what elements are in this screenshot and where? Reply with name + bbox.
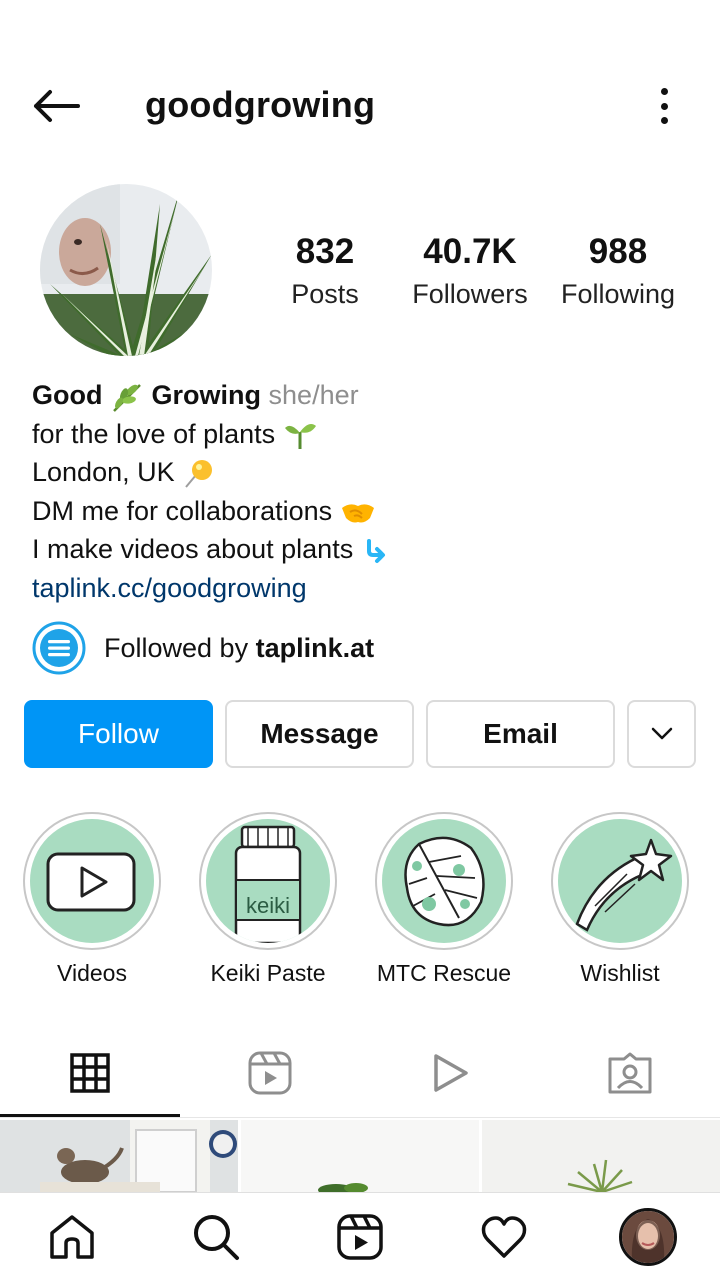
stat-followers[interactable]: 40.7K Followers bbox=[395, 230, 545, 314]
nav-reels[interactable] bbox=[328, 1205, 392, 1269]
bio-name-part1: Good bbox=[32, 380, 103, 410]
bottle-icon bbox=[234, 825, 302, 943]
highlight-mtc-rescue[interactable]: MTC Rescue bbox=[356, 812, 532, 987]
highlight-label: Videos bbox=[57, 960, 127, 986]
highlight-cover bbox=[382, 819, 506, 943]
profile-avatar[interactable] bbox=[40, 184, 212, 356]
suggested-dropdown-button[interactable] bbox=[627, 700, 696, 768]
highlight-ring bbox=[375, 812, 513, 950]
reels-icon bbox=[337, 1214, 383, 1260]
arrow-down-right-icon bbox=[366, 538, 385, 563]
bio-line-2: London, UK bbox=[32, 453, 692, 492]
highlight-ring: keiki bbox=[199, 812, 337, 950]
search-icon bbox=[194, 1215, 239, 1260]
posts-grid bbox=[0, 1120, 720, 1192]
handshake-icon bbox=[341, 504, 374, 523]
monstera-leaf-icon bbox=[404, 836, 485, 927]
stat-posts-value: 832 bbox=[295, 232, 355, 271]
highlight-videos[interactable]: Videos bbox=[4, 812, 180, 987]
bio-link[interactable]: taplink.cc/goodgrowing bbox=[32, 573, 307, 603]
tagged-icon bbox=[608, 1052, 652, 1094]
play-icon bbox=[434, 1054, 468, 1092]
tab-posts-grid[interactable] bbox=[0, 1030, 180, 1117]
email-button[interactable]: Email bbox=[426, 700, 615, 768]
bio-line-4: I make videos about plants bbox=[32, 530, 692, 569]
grid-icon bbox=[70, 1053, 110, 1093]
profile-username: goodgrowing bbox=[145, 84, 376, 125]
nav-profile-avatar bbox=[619, 1208, 677, 1266]
arrow-left-icon bbox=[34, 90, 80, 122]
stat-following[interactable]: 988 Following bbox=[543, 230, 693, 314]
profile-bio: Good Growing she/her for the love of pla… bbox=[32, 376, 692, 607]
bio-line-1-text: for the love of plants bbox=[32, 418, 276, 449]
nav-search[interactable] bbox=[184, 1205, 248, 1269]
more-dot bbox=[660, 102, 668, 110]
bio-line-4-text: I make videos about plants bbox=[32, 534, 354, 564]
bio-link-line: taplink.cc/goodgrowing bbox=[32, 569, 692, 608]
bio-pronouns: she/her bbox=[268, 380, 359, 410]
stat-followers-label: Followers bbox=[412, 279, 528, 309]
heart-icon bbox=[481, 1216, 527, 1258]
profile-actions: Follow Message Email bbox=[24, 700, 696, 768]
highlight-label: Keiki Paste bbox=[210, 960, 326, 986]
followed-by[interactable]: Followed by taplink.at bbox=[32, 620, 672, 676]
story-highlights: Videos keiki Keiki Paste MTC Rescue Wish… bbox=[0, 812, 720, 992]
highlight-cover: keiki bbox=[206, 819, 330, 943]
seedling-icon bbox=[284, 424, 316, 450]
bottle-label: keiki bbox=[245, 893, 290, 918]
nav-home[interactable] bbox=[40, 1205, 104, 1269]
follow-button[interactable]: Follow bbox=[24, 700, 213, 768]
bio-line-2-text: London, UK bbox=[32, 457, 175, 487]
more-dot bbox=[660, 117, 668, 124]
highlight-label: MTC Rescue bbox=[376, 960, 512, 986]
bottom-navigation bbox=[0, 1192, 720, 1280]
message-button[interactable]: Message bbox=[225, 700, 414, 768]
post-thumbnail[interactable] bbox=[482, 1120, 720, 1192]
taplink-avatar-icon bbox=[32, 621, 86, 675]
followed-by-account: taplink.at bbox=[255, 632, 375, 663]
more-options-button[interactable] bbox=[652, 84, 676, 128]
followed-by-prefix: Followed by bbox=[104, 632, 256, 663]
post-thumbnail[interactable] bbox=[241, 1120, 479, 1192]
highlight-ring bbox=[551, 812, 689, 950]
profile-tabs bbox=[0, 1030, 720, 1118]
post-thumbnail[interactable] bbox=[0, 1120, 238, 1192]
reels-icon bbox=[248, 1051, 292, 1095]
highlight-ring bbox=[23, 812, 161, 950]
bio-name-line: Good Growing she/her bbox=[32, 376, 692, 415]
tab-videos[interactable] bbox=[360, 1030, 540, 1116]
tab-reels[interactable] bbox=[180, 1030, 360, 1116]
highlight-keiki-paste[interactable]: keiki Keiki Paste bbox=[180, 812, 356, 987]
bio-line-1: for the love of plants bbox=[32, 415, 692, 454]
highlight-cover bbox=[30, 819, 154, 943]
profile-stats: 832 Posts 40.7K Followers 988 Following bbox=[250, 230, 700, 320]
nav-activity[interactable] bbox=[472, 1205, 536, 1269]
bio-line-3-text: DM me for collaborations bbox=[32, 495, 333, 526]
back-button[interactable] bbox=[30, 86, 82, 126]
highlight-label: Wishlist bbox=[580, 960, 660, 986]
top-bar: goodgrowing bbox=[0, 60, 720, 150]
stat-posts[interactable]: 832 Posts bbox=[250, 230, 400, 314]
stat-posts-label: Posts bbox=[291, 279, 359, 309]
more-dot bbox=[660, 88, 668, 95]
highlight-wishlist[interactable]: Wishlist bbox=[532, 812, 708, 987]
herb-icon bbox=[113, 383, 141, 412]
shooting-star-icon bbox=[575, 838, 673, 932]
chevron-down-icon bbox=[651, 727, 672, 740]
nav-profile[interactable] bbox=[616, 1205, 680, 1269]
home-icon bbox=[50, 1215, 94, 1259]
bio-line-3: DM me for collaborations bbox=[32, 492, 692, 531]
stat-following-value: 988 bbox=[588, 232, 648, 271]
round-pushpin-icon bbox=[185, 459, 213, 488]
bio-name-part2: Growing bbox=[151, 380, 262, 410]
video-player-icon bbox=[46, 852, 136, 912]
stat-followers-value: 40.7K bbox=[423, 232, 517, 271]
highlight-cover bbox=[558, 819, 682, 943]
stat-following-label: Following bbox=[560, 279, 676, 309]
tab-tagged[interactable] bbox=[540, 1030, 720, 1116]
